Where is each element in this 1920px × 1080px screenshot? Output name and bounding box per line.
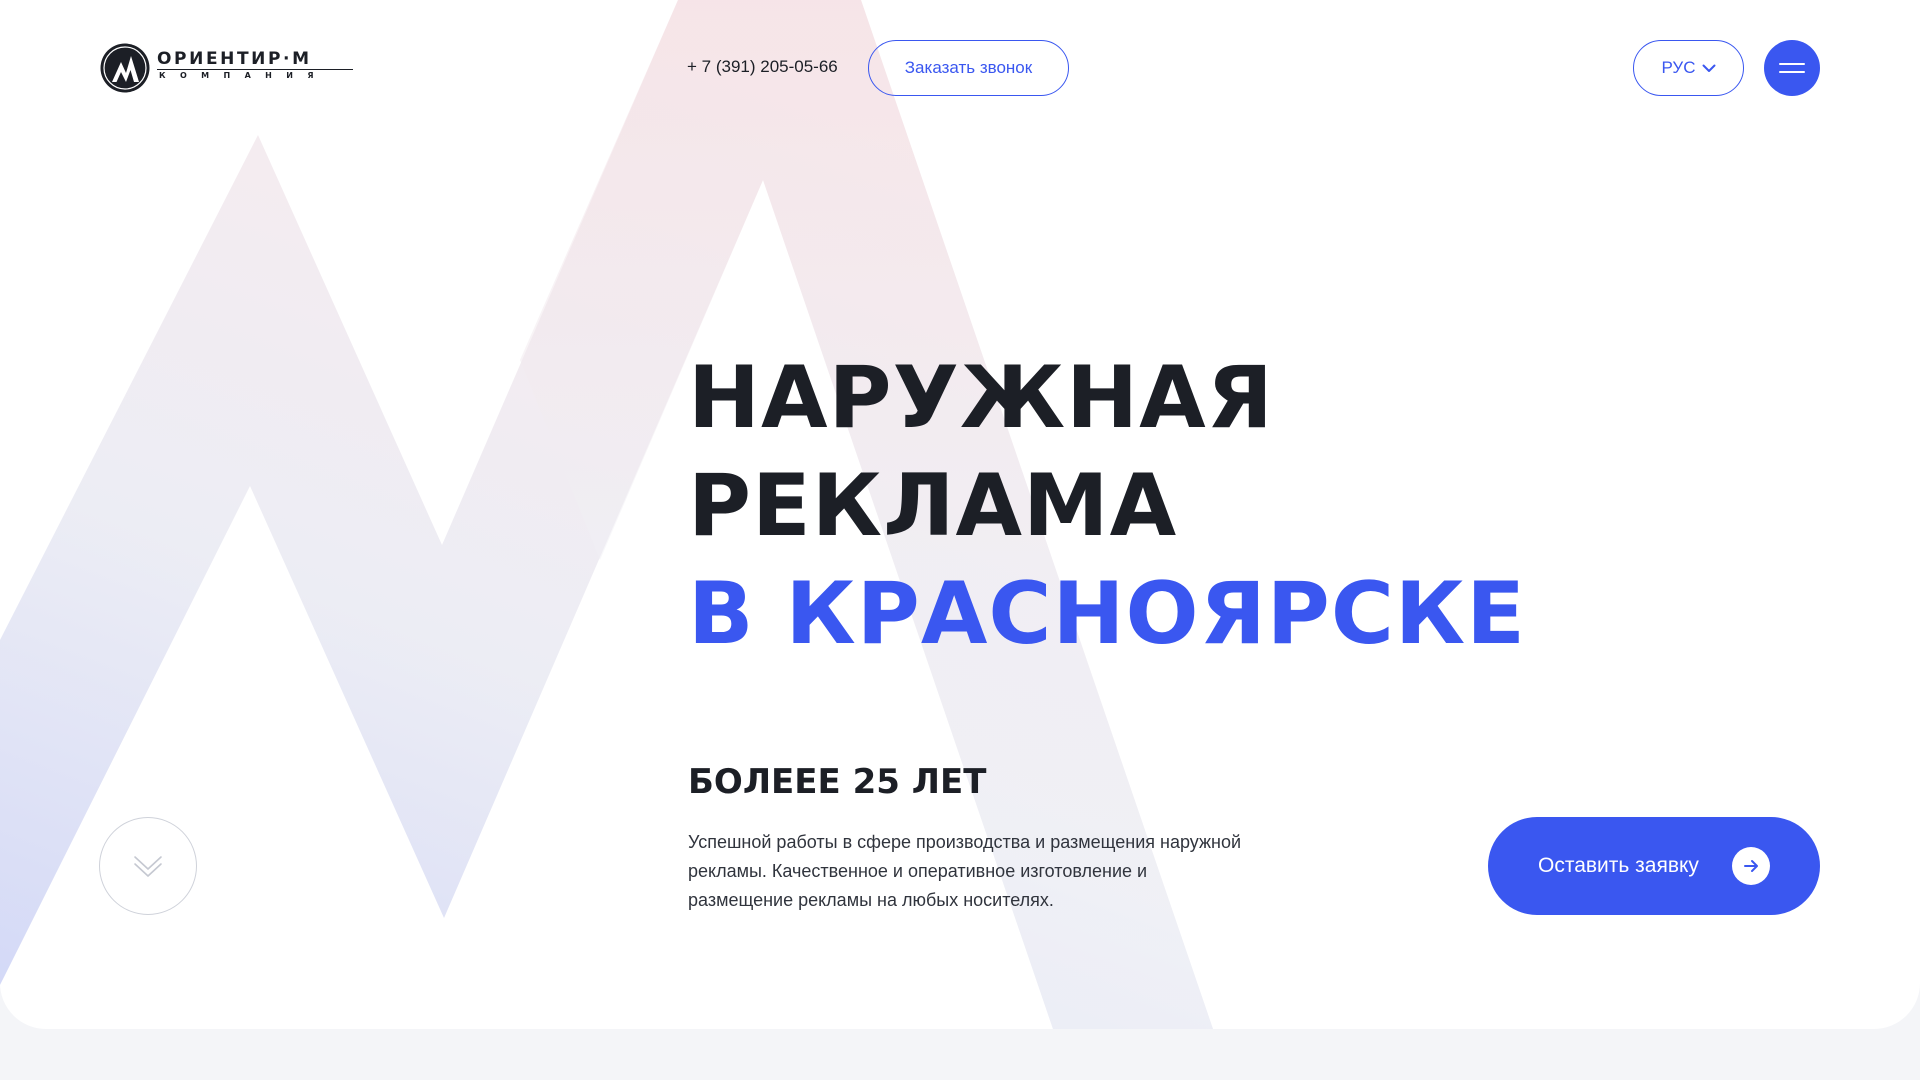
order-call-button[interactable]: Заказать звонок [868,40,1069,96]
company-logo[interactable]: ОРИЕНТИР·М КОМПАНИЯ [99,42,354,94]
leave-request-label: Оставить заявку [1538,854,1699,877]
language-label: РУС [1661,58,1696,77]
hero-title-line-3: В КРАСНОЯРСКЕ [688,564,1526,664]
hero-title-line-1: НАРУЖНАЯ [688,348,1274,448]
hero-subtitle: БОЛЕЕЕ 25 ЛЕТ [688,762,987,802]
logo-divider [157,69,353,70]
hero-title-line-2: РЕКЛАМА [688,456,1178,556]
hero-section: ОРИЕНТИР·М КОМПАНИЯ + 7 (391) 205-05-66 … [0,0,1920,1029]
chevron-down-icon [1702,64,1716,72]
hamburger-menu-icon [1779,71,1805,73]
logo-title: ОРИЕНТИР·М [157,49,312,69]
scroll-down-button[interactable] [99,817,197,915]
phone-number-link[interactable]: + 7 (391) 205-05-66 [687,56,838,78]
logo-subtitle: КОМПАНИЯ [159,71,328,80]
arrow-right-icon [1732,847,1770,885]
hamburger-menu-icon [1779,63,1805,65]
double-chevron-down-icon [134,856,162,877]
hero-description: Успешной работы в сфере производства и р… [688,832,1242,910]
hero-title: НАРУЖНАЯ РЕКЛАМА В КРАСНОЯРСКЕ [688,344,1526,668]
language-selector[interactable]: РУС [1633,40,1744,96]
menu-button[interactable] [1764,40,1820,96]
logo-mountain-icon [100,43,150,93]
leave-request-button[interactable]: Оставить заявку [1488,817,1820,915]
